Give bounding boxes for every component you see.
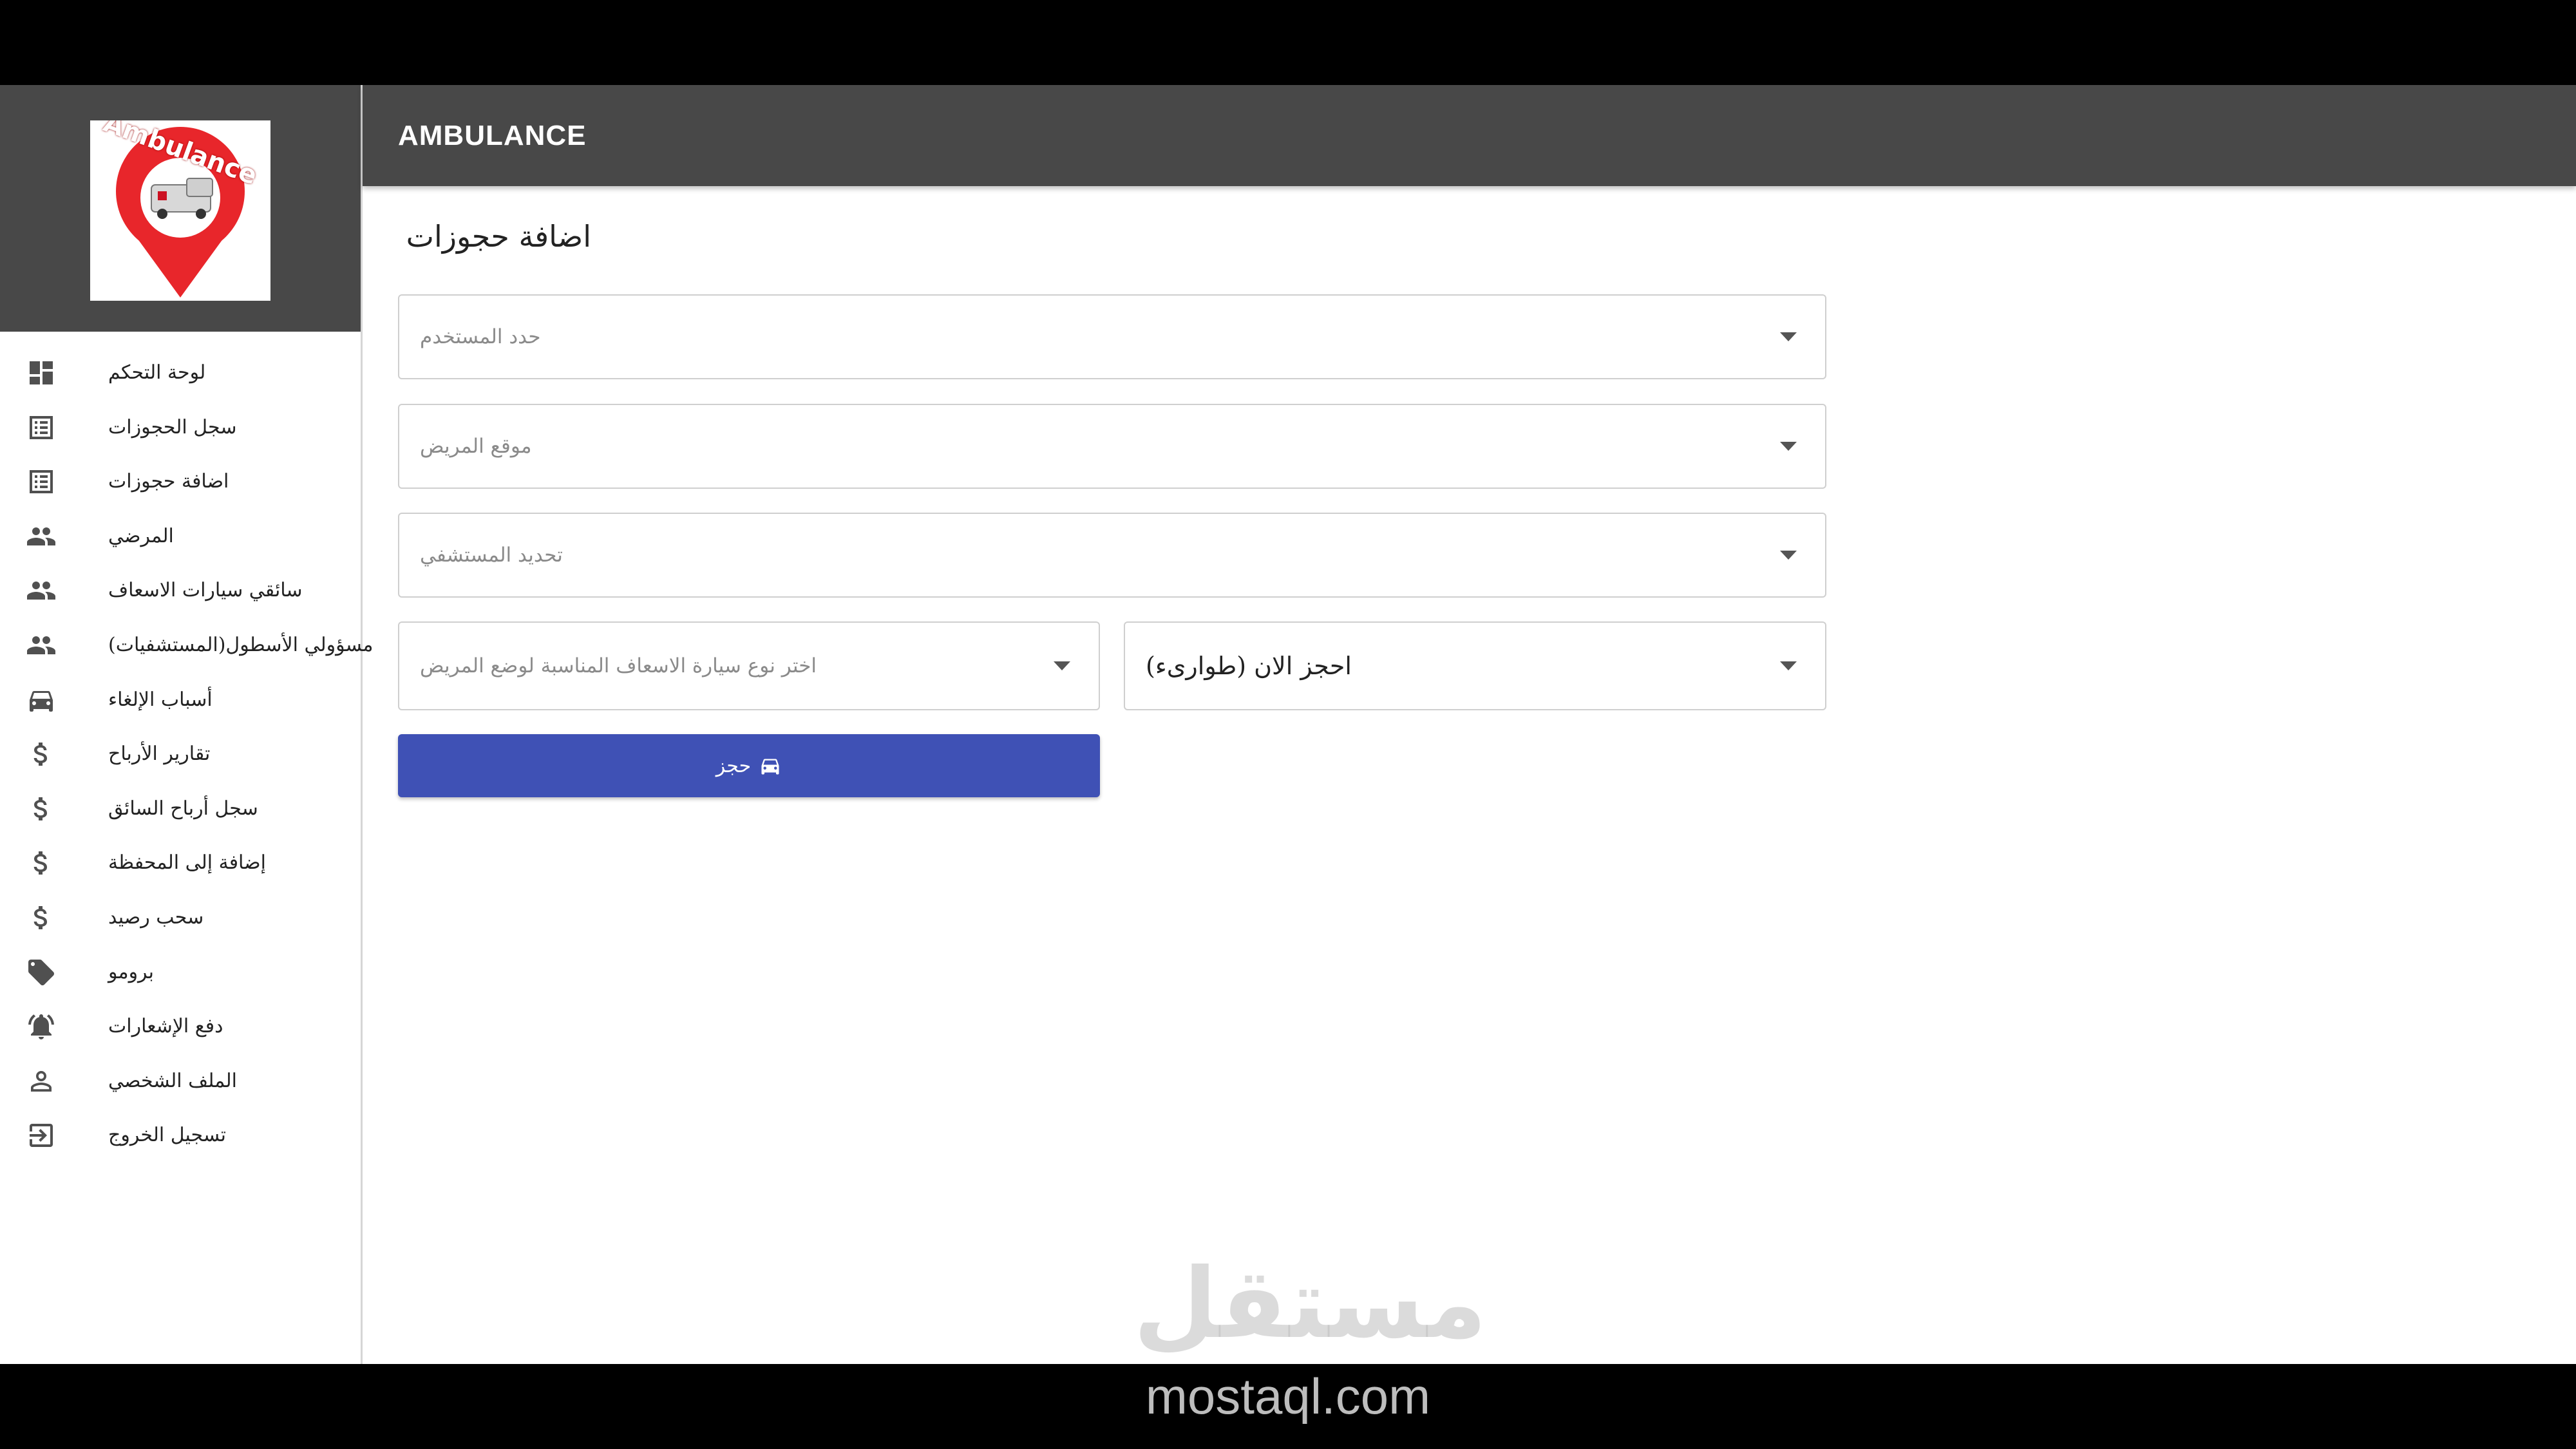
sidebar-item-label: دفع الإشعارات xyxy=(108,1015,223,1038)
tag-icon xyxy=(26,957,57,988)
watermark-arabic-text: مستقل xyxy=(1133,1248,1487,1360)
sidebar-item-push-notifications[interactable]: دفع الإشعارات xyxy=(0,999,361,1054)
sidebar-item-label: الملف الشخصي xyxy=(108,1069,237,1092)
patient-location-select[interactable]: موقع المريض xyxy=(398,404,1826,489)
sidebar-item-profit-reports[interactable]: تقارير الأرباح xyxy=(0,727,361,782)
sidebar-item-profile[interactable]: الملف الشخصي xyxy=(0,1054,361,1109)
logout-icon xyxy=(26,1120,57,1151)
sidebar-item-label: مسؤولي الأسطول(المستشفيات) xyxy=(108,633,374,656)
sidebar-item-label: برومو xyxy=(108,960,154,983)
hospital-select[interactable]: تحديد المستشفي xyxy=(398,513,1826,598)
user-select[interactable]: حدد المستخدم xyxy=(398,294,1826,379)
top-app-bar: AMBULANCE xyxy=(363,85,2576,186)
top-black-band xyxy=(0,0,2576,84)
sidebar-item-label: إضافة إلى المحفظة xyxy=(108,851,266,875)
sidebar-item-bookings-log[interactable]: سجل الحجوزات xyxy=(0,401,361,455)
people-icon xyxy=(26,575,57,606)
sidebar-menu: لوحة التحكم سجل الحجوزات اضافة حجوزات ال… xyxy=(0,346,373,1163)
dollar-icon xyxy=(26,902,57,933)
sidebar-item-fleet-managers[interactable]: مسؤولي الأسطول(المستشفيات) xyxy=(0,618,373,673)
chevron-down-icon xyxy=(1780,661,1797,670)
car-icon xyxy=(761,759,779,775)
patient-location-placeholder: موقع المريض xyxy=(420,435,532,458)
sidebar-item-cancel-reasons[interactable]: أسباب الإلغاء xyxy=(0,673,361,728)
booking-time-select[interactable]: احجز الان (طوارىء) xyxy=(1124,621,1826,710)
sidebar-item-add-booking[interactable]: اضافة حجوزات xyxy=(0,455,361,509)
booking-time-value: احجز الان (طوارىء) xyxy=(1146,652,1352,680)
sidebar-item-add-to-wallet[interactable]: إضافة إلى المحفظة xyxy=(0,836,361,891)
sidebar: Ambulance لوحة التحكم سجل الحجوزات اضافة… xyxy=(0,85,373,1364)
page-title: اضافة حجوزات xyxy=(406,219,591,254)
sidebar-item-label: تقارير الأرباح xyxy=(108,743,211,766)
chevron-down-icon xyxy=(1054,661,1070,670)
sidebar-item-label: تسجيل الخروج xyxy=(108,1124,227,1147)
list-icon xyxy=(26,412,57,443)
dollar-icon xyxy=(26,848,57,878)
sidebar-item-withdraw[interactable]: سحب رصيد xyxy=(0,891,361,945)
book-button-label: حجز xyxy=(715,754,752,777)
app-window: Ambulance لوحة التحكم سجل الحجوزات اضافة… xyxy=(0,85,2576,1364)
sidebar-item-patients[interactable]: المرضي xyxy=(0,509,361,564)
chevron-down-icon xyxy=(1780,551,1797,560)
sidebar-item-promo[interactable]: برومو xyxy=(0,945,361,1000)
ambulance-type-placeholder: اختر نوع سيارة الاسعاف المناسبة لوضع الم… xyxy=(420,654,817,677)
list-icon xyxy=(26,466,57,497)
ambulance-type-select[interactable]: اختر نوع سيارة الاسعاف المناسبة لوضع الم… xyxy=(398,621,1100,710)
sidebar-item-drivers[interactable]: سائقي سيارات الاسعاف xyxy=(0,564,361,618)
dashboard-icon xyxy=(26,357,57,388)
sidebar-item-label: المرضي xyxy=(108,524,174,547)
logo-area: Ambulance xyxy=(0,85,361,332)
book-button[interactable]: حجز xyxy=(398,734,1100,797)
sidebar-item-logout[interactable]: تسجيل الخروج xyxy=(0,1108,361,1163)
chevron-down-icon xyxy=(1780,442,1797,451)
watermark-url: mostaql.com xyxy=(1145,1368,1431,1425)
sidebar-item-label: سجل أرباح السائق xyxy=(108,797,258,820)
hospital-select-placeholder: تحديد المستشفي xyxy=(420,544,563,567)
ambulance-logo: Ambulance xyxy=(90,120,270,301)
sidebar-item-dashboard[interactable]: لوحة التحكم xyxy=(0,346,361,401)
user-select-placeholder: حدد المستخدم xyxy=(420,325,541,348)
person-icon xyxy=(26,1066,57,1097)
chevron-down-icon xyxy=(1780,332,1797,341)
people-icon xyxy=(26,521,57,552)
sidebar-item-label: اضافة حجوزات xyxy=(108,470,229,493)
bell-icon xyxy=(26,1011,57,1042)
sidebar-item-label: لوحة التحكم xyxy=(108,361,206,384)
people-icon xyxy=(26,630,57,661)
sidebar-item-label: سحب رصيد xyxy=(108,905,204,929)
sidebar-item-label: سجل الحجوزات xyxy=(108,415,237,439)
dollar-icon xyxy=(26,739,57,770)
sidebar-item-label: سائقي سيارات الاسعاف xyxy=(108,579,303,602)
car-icon xyxy=(26,685,57,715)
app-title: AMBULANCE xyxy=(398,120,587,151)
dollar-icon xyxy=(26,793,57,824)
watermark-arabic: مستقل xyxy=(1133,1248,1487,1360)
sidebar-item-driver-profits[interactable]: سجل أرباح السائق xyxy=(0,782,361,837)
sidebar-item-label: أسباب الإلغاء xyxy=(108,688,213,711)
